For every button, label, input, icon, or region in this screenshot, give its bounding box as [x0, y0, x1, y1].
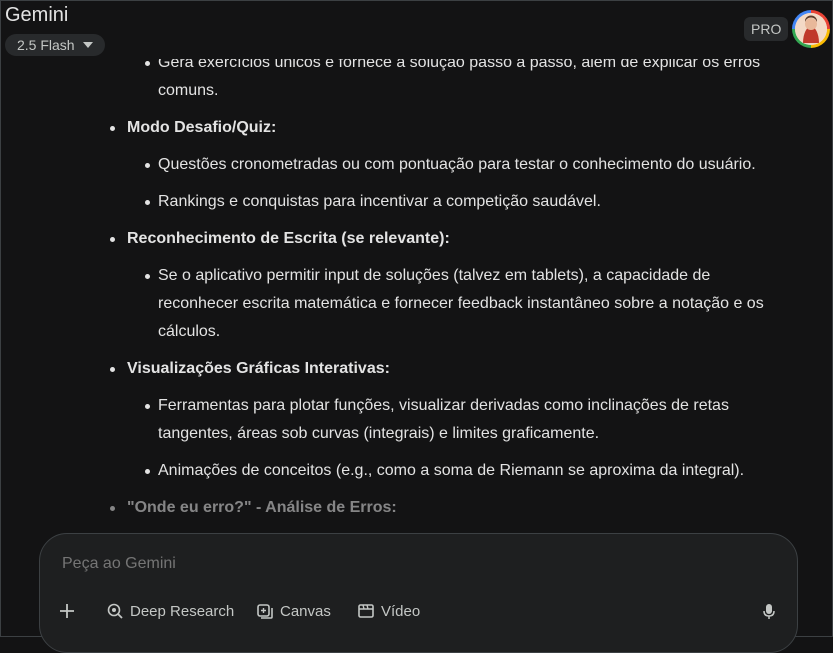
list-item-continuation: reconhecer escrita matemática e fornecer… [158, 295, 764, 312]
canvas-icon [257, 604, 273, 619]
video-label: Vídeo [381, 602, 421, 620]
list-item: Ferramentas para plotar funções, visuali… [145, 392, 798, 420]
model-selector[interactable]: 2.5 Flash [5, 34, 105, 56]
section-title: "Onde eu erro?" - Análise de Erros: [110, 494, 397, 521]
microphone-button[interactable] [760, 602, 778, 620]
list-item: Se o aplicativo permitir input de soluçõ… [145, 262, 798, 290]
list-item-continuation: comuns. [158, 82, 219, 99]
add-button[interactable] [58, 602, 76, 620]
list-item-continuation: cálculos. [158, 323, 221, 340]
section-title: Modo Desafio/Quiz: [109, 114, 276, 142]
prompt-input[interactable] [60, 554, 744, 574]
avatar[interactable] [792, 10, 830, 48]
section-title: Reconhecimento de Escrita (se relevante)… [110, 225, 450, 253]
video-icon [358, 604, 374, 618]
pro-badge[interactable]: PRO [744, 17, 789, 41]
canvas-label: Canvas [280, 602, 331, 620]
canvas-button[interactable]: Canvas [256, 602, 331, 620]
list-item: Animações de conceitos (e.g., como a som… [145, 457, 798, 485]
deep-research-icon [107, 603, 123, 619]
chevron-down-icon [82, 42, 93, 48]
prompt-composer: Deep Research Canvas Vídeo [39, 533, 798, 653]
list-item: Rankings e conquistas para incentivar a … [145, 188, 798, 216]
list-item: Questões cronometradas ou com pontuação … [145, 151, 798, 179]
plus-icon [60, 604, 74, 618]
video-button[interactable]: Vídeo [357, 602, 420, 620]
chat-response: Gera exercícios únicos e fornece a soluç… [1, 41, 832, 521]
microphone-icon [763, 604, 775, 619]
app-title: Gemini [5, 4, 69, 26]
list-item-continuation: tangentes, áreas sob curvas (integrais) … [158, 425, 600, 442]
avatar-image [795, 13, 827, 45]
deep-research-label: Deep Research [130, 602, 235, 620]
model-label: 2.5 Flash [17, 37, 75, 53]
top-bar: Gemini 2.5 Flash PRO [1, 1, 832, 59]
deep-research-button[interactable]: Deep Research [106, 602, 234, 620]
section-title: Visualizações Gráficas Interativas: [110, 355, 390, 383]
